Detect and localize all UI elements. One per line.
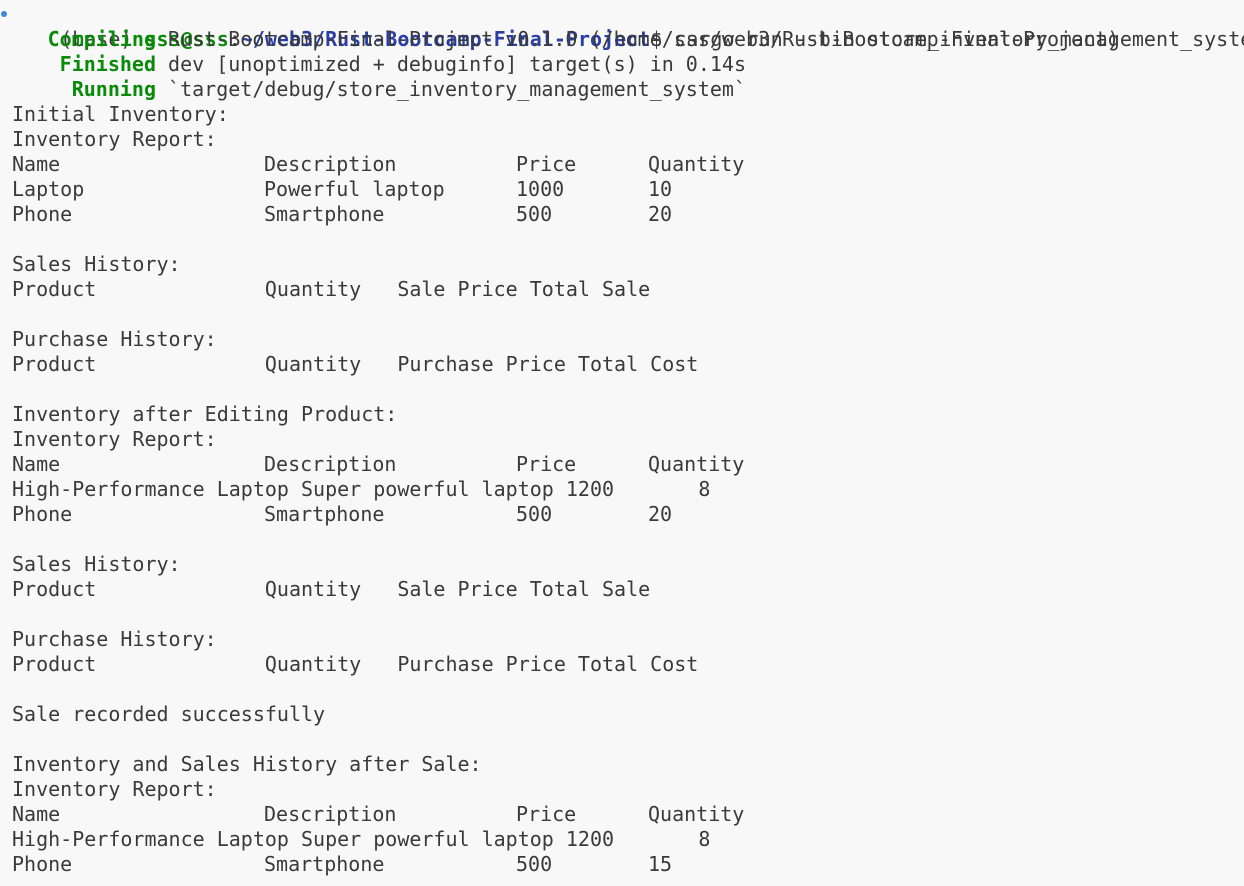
- inventory-header-row: Name Description Price Quantity: [0, 802, 1244, 827]
- terminal-window[interactable]: (base) sss@sss:~/web3/Rust-Bootcamp-Fina…: [0, 0, 1244, 886]
- cell-description: Smartphone: [264, 852, 385, 876]
- prompt-line: (base) sss@sss:~/web3/Rust-Bootcamp-Fina…: [0, 2, 1244, 51]
- header-price: Price: [516, 802, 577, 826]
- cell-name: Phone: [12, 502, 73, 526]
- sale-recorded-message: Sale recorded successfully: [12, 702, 326, 726]
- sales-header-row: Product Quantity Sale Price Total Sale: [12, 577, 651, 601]
- purchase-header-row: Product Quantity Purchase Price Total Co…: [12, 352, 699, 376]
- purchase-header-row: Product Quantity Purchase Price Total Co…: [12, 652, 699, 676]
- inventory-row: Phone Smartphone 500 20: [0, 502, 1244, 527]
- header-quantity: Quantity: [648, 452, 745, 476]
- header-quantity: Quantity: [648, 802, 745, 826]
- cell-description: Smartphone: [264, 502, 385, 526]
- cell-name: Phone: [12, 852, 73, 876]
- cell-quantity: 20: [648, 502, 673, 526]
- cell-price: 1000: [516, 177, 565, 201]
- header-name: Name: [12, 152, 61, 176]
- inventory-row: Phone Smartphone 500 20: [0, 202, 1244, 227]
- inventory-row: High-Performance Laptop Super powerful l…: [12, 477, 711, 501]
- header-price: Price: [516, 452, 577, 476]
- inventory-row: Phone Smartphone 500 15: [0, 852, 1244, 877]
- cell-description: Powerful laptop: [264, 177, 445, 201]
- header-description: Description: [264, 452, 397, 476]
- cargo-compiling-line: Compiling Rust-Bootcamp-Final-Project v0…: [0, 27, 1244, 52]
- cell-quantity: 10: [648, 177, 673, 201]
- cargo-running-text: `target/debug/store_inventory_management…: [168, 77, 747, 101]
- section-heading: Inventory after Editing Product:: [12, 402, 398, 426]
- cell-name: Laptop: [12, 177, 85, 201]
- section-heading: Purchase History:: [12, 327, 217, 351]
- cargo-status-running: Running: [71, 77, 156, 101]
- header-price: Price: [516, 152, 577, 176]
- cargo-finished-line: Finished dev [unoptimized + debuginfo] t…: [0, 52, 1244, 77]
- cell-quantity: 15: [648, 852, 673, 876]
- sales-header-row: Product Quantity Sale Price Total Sale: [12, 277, 651, 301]
- inventory-row: High-Performance Laptop Super powerful l…: [12, 827, 711, 851]
- report-heading: Inventory Report:: [12, 427, 217, 451]
- cell-price: 500: [516, 502, 553, 526]
- cell-quantity: 20: [648, 202, 673, 226]
- report-heading: Inventory Report:: [12, 777, 217, 801]
- section-heading: Inventory and Sales History after Sale:: [12, 752, 482, 776]
- cargo-status-finished: Finished: [59, 52, 156, 76]
- prompt-status-dot-icon: [1, 11, 7, 17]
- inventory-header-row: Name Description Price Quantity: [0, 452, 1244, 477]
- section-heading: Initial Inventory:: [12, 102, 229, 126]
- cargo-compiling-text: Rust-Bootcamp-Final-Project v0.1.0 (/hom…: [168, 27, 1120, 51]
- cell-description: Smartphone: [264, 202, 385, 226]
- cell-name: Phone: [12, 202, 73, 226]
- cargo-running-line: Running `target/debug/store_inventory_ma…: [0, 77, 1244, 102]
- cargo-status-compiling: Compiling: [47, 27, 156, 51]
- section-heading: Sales History:: [12, 252, 181, 276]
- header-name: Name: [12, 452, 61, 476]
- header-description: Description: [264, 802, 397, 826]
- inventory-row: Laptop Powerful laptop 1000 10: [0, 177, 1244, 202]
- cell-price: 500: [516, 852, 553, 876]
- header-quantity: Quantity: [648, 152, 745, 176]
- report-heading: Inventory Report:: [12, 127, 217, 151]
- section-heading: Sales History:: [12, 552, 181, 576]
- inventory-header-row: Name Description Price Quantity: [0, 152, 1244, 177]
- cell-price: 500: [516, 202, 553, 226]
- cargo-finished-text: dev [unoptimized + debuginfo] target(s) …: [168, 52, 747, 76]
- header-name: Name: [12, 802, 61, 826]
- section-heading: Purchase History:: [12, 627, 217, 651]
- header-description: Description: [264, 152, 397, 176]
